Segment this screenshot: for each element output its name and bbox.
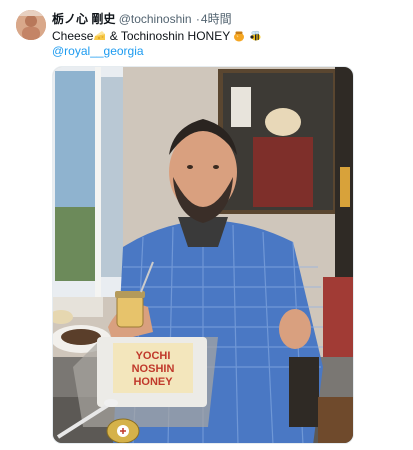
jar-label-line3: HONEY [133,376,173,388]
tweet-card: 栃ノ心 剛史 @tochinoshin ·4時間 Cheese & Tochin… [0,0,413,450]
tweet-text-part2: & Tochinoshin HONEY [106,29,230,43]
avatar[interactable] [16,10,46,40]
separator-dot: · [195,12,200,26]
mention-link[interactable]: @royal__georgia [52,44,144,59]
jar-label-line1: YOCHI [136,350,171,362]
tweet-text-part1: Cheese [52,29,94,43]
honey-pot-icon [233,30,245,46]
author-handle[interactable]: @tochinoshin [119,12,192,26]
bee-icon [249,30,262,46]
timestamp[interactable]: 4時間 [201,12,232,26]
author-name[interactable]: 栃ノ心 剛史 [52,12,115,26]
tweet-header: 栃ノ心 剛史 @tochinoshin ·4時間 [52,12,232,26]
jar-label-line2: NOSHIN [132,363,175,375]
tweet-photo[interactable]: YOCHI NOSHIN HONEY [52,66,354,444]
